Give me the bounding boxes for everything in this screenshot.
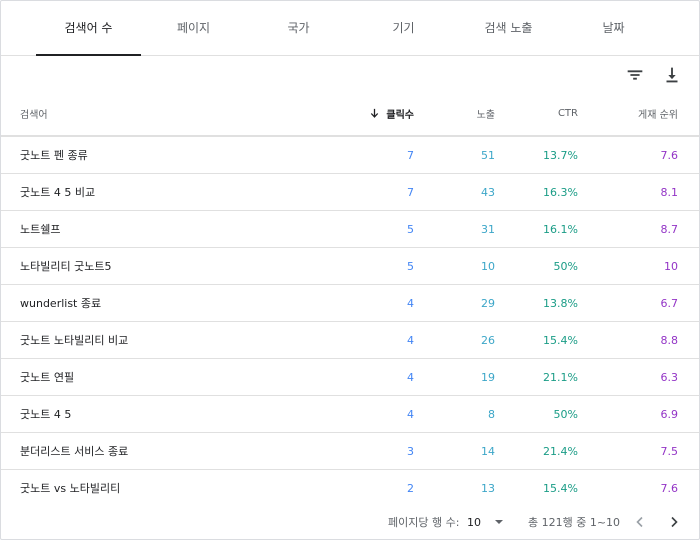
clicks-cell: 7 [407, 148, 414, 162]
filter-button[interactable] [624, 64, 646, 86]
tab-search-appearance[interactable]: 검색 노출 [456, 1, 561, 55]
impressions-cell: 29 [481, 296, 495, 310]
download-button[interactable] [661, 64, 683, 86]
query-cell: 노트쉘프 [20, 223, 61, 236]
table-row[interactable]: 굿노트 4 5 비교 7 43 16.3% 8.1 [1, 173, 699, 210]
queries-table: 검색어 클릭수 노출 CTR 게재 순위 굿노트 펜 종류 7 51 13.7% 7.6… [1, 92, 699, 506]
position-cell: 6.7 [660, 296, 679, 310]
impressions-cell: 14 [481, 444, 495, 458]
position-cell: 6.3 [660, 370, 679, 384]
ctr-cell: 15.4% [543, 481, 578, 495]
table-row[interactable]: 노트쉘프 5 31 16.1% 8.7 [1, 210, 699, 247]
download-icon [666, 67, 678, 83]
impressions-cell: 31 [481, 222, 495, 236]
clicks-cell: 4 [407, 407, 414, 421]
clicks-cell: 4 [407, 333, 414, 347]
arrow-down-icon [371, 108, 379, 118]
table-row[interactable]: 분더리스트 서비스 종료 3 14 21.4% 7.5 [1, 432, 699, 469]
position-cell: 7.6 [660, 148, 679, 162]
position-cell: 8.1 [660, 185, 679, 199]
prev-page-button[interactable] [632, 504, 648, 539]
clicks-cell: 5 [407, 259, 414, 273]
table-row[interactable]: 굿노트 노타빌리티 비교 4 26 15.4% 8.8 [1, 321, 699, 358]
query-cell: 굿노트 펜 종류 [20, 149, 88, 162]
dropdown-arrow-icon [495, 520, 503, 524]
impressions-cell: 8 [488, 407, 495, 421]
clicks-cell: 3 [407, 444, 414, 458]
impressions-cell: 26 [481, 333, 495, 347]
position-cell: 8.8 [660, 333, 679, 347]
rows-per-page-value: 10 [467, 515, 481, 529]
clicks-cell: 5 [407, 222, 414, 236]
header-clicks-label: 클릭수 [386, 110, 414, 121]
ctr-cell: 50% [553, 259, 578, 273]
pagination-range: 총 121행 중 1~10 [528, 516, 621, 529]
query-cell: 굿노트 vs 노타빌리티 [20, 482, 121, 495]
position-cell: 7.5 [660, 444, 679, 458]
table-row[interactable]: 굿노트 vs 노타빌리티 2 13 15.4% 7.6 [1, 469, 699, 506]
query-cell: 굿노트 노타빌리티 비교 [20, 334, 129, 347]
query-cell: 굿노트 4 5 비교 [20, 186, 96, 199]
rows-per-page-select[interactable]: 10 [467, 504, 503, 539]
clicks-cell: 2 [407, 481, 414, 495]
header-clicks[interactable]: 클릭수 [369, 92, 414, 135]
ctr-cell: 21.1% [543, 370, 578, 384]
table-toolbar [1, 56, 699, 92]
clicks-cell: 4 [407, 296, 414, 310]
chevron-left-icon [636, 516, 643, 528]
chevron-right-icon [671, 516, 678, 528]
tab-pages[interactable]: 페이지 [141, 1, 246, 55]
impressions-cell: 13 [481, 481, 495, 495]
query-cell: 노타빌리티 굿노트5 [20, 260, 112, 273]
ctr-cell: 13.8% [543, 296, 578, 310]
header-position[interactable]: 게재 순위 [638, 92, 678, 135]
position-cell: 6.9 [660, 407, 679, 421]
tab-dates[interactable]: 날짜 [561, 1, 666, 55]
header-ctr[interactable]: CTR [558, 92, 578, 135]
ctr-cell: 16.1% [543, 222, 578, 236]
table-row[interactable]: 노타빌리티 굿노트5 5 10 50% 10 [1, 247, 699, 284]
table-header-row: 검색어 클릭수 노출 CTR 게재 순위 [1, 92, 699, 136]
header-query[interactable]: 검색어 [20, 92, 48, 135]
clicks-cell: 7 [407, 185, 414, 199]
position-cell: 8.7 [660, 222, 679, 236]
position-cell: 7.6 [660, 481, 679, 495]
ctr-cell: 15.4% [543, 333, 578, 347]
table-row[interactable]: 굿노트 연필 4 19 21.1% 6.3 [1, 358, 699, 395]
impressions-cell: 43 [481, 185, 495, 199]
query-cell: 굿노트 4 5 [20, 408, 72, 421]
tab-bar: 검색어 수 페이지 국가 기기 검색 노출 날짜 [1, 1, 699, 56]
impressions-cell: 51 [481, 148, 495, 162]
next-page-button[interactable] [666, 504, 682, 539]
table-row[interactable]: 굿노트 펜 종류 7 51 13.7% 7.6 [1, 136, 699, 173]
query-cell: wunderlist 종료 [20, 297, 102, 310]
impressions-cell: 19 [481, 370, 495, 384]
query-cell: 굿노트 연필 [20, 371, 75, 384]
ctr-cell: 50% [553, 407, 578, 421]
header-impressions[interactable]: 노출 [477, 92, 495, 135]
ctr-cell: 21.4% [543, 444, 578, 458]
tab-devices[interactable]: 기기 [351, 1, 456, 55]
position-cell: 10 [664, 259, 678, 273]
clicks-cell: 4 [407, 370, 414, 384]
pagination-bar: 페이지당 행 수: 10 총 121행 중 1~10 [1, 504, 699, 539]
performance-card: 검색어 수 페이지 국가 기기 검색 노출 날짜 검색어 클릭수 노출 CTR … [0, 0, 700, 540]
ctr-cell: 13.7% [543, 148, 578, 162]
impressions-cell: 10 [481, 259, 495, 273]
table-row[interactable]: 굿노트 4 5 4 8 50% 6.9 [1, 395, 699, 432]
filter-icon [627, 70, 643, 80]
table-row[interactable]: wunderlist 종료 4 29 13.8% 6.7 [1, 284, 699, 321]
query-cell: 분더리스트 서비스 종료 [20, 445, 129, 458]
tab-countries[interactable]: 국가 [246, 1, 351, 55]
ctr-cell: 16.3% [543, 185, 578, 199]
tab-queries[interactable]: 검색어 수 [36, 1, 141, 56]
rows-per-page-label: 페이지당 행 수: [388, 516, 460, 529]
